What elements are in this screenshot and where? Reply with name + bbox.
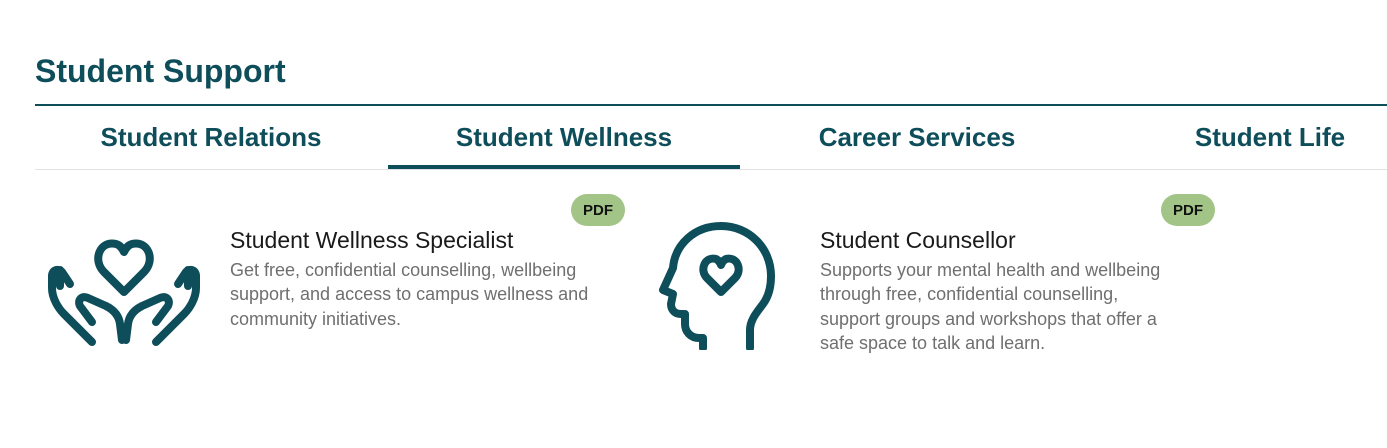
heart-in-hands-icon (48, 239, 200, 346)
card-title: Student Wellness Specialist (230, 227, 514, 253)
tab-career-services[interactable]: Career Services (741, 106, 1093, 169)
service-card-student-counsellor[interactable]: PDF Student Counsellor Supports your men… (650, 192, 1240, 392)
page-title: Student Support (35, 53, 286, 89)
tab-bar: Student Relations Student Wellness Caree… (35, 106, 1387, 170)
tab-student-relations[interactable]: Student Relations (35, 106, 387, 169)
card-title: Student Counsellor (820, 227, 1016, 253)
tab-student-life[interactable]: Student Life (1094, 106, 1387, 169)
card-description: Supports your mental health and wellbein… (820, 260, 1161, 354)
pdf-badge[interactable]: PDF (1161, 194, 1215, 226)
pdf-badge[interactable]: PDF (571, 194, 625, 226)
student-support-page: Student Support Student Relations Studen… (0, 0, 1387, 448)
card-description: Get free, confidential counselling, well… (230, 260, 589, 329)
tab-student-wellness[interactable]: Student Wellness (388, 106, 740, 169)
service-card-wellness-specialist[interactable]: PDF Student Wellness Specialist Get free… (44, 192, 634, 392)
head-with-heart-icon (659, 222, 775, 350)
